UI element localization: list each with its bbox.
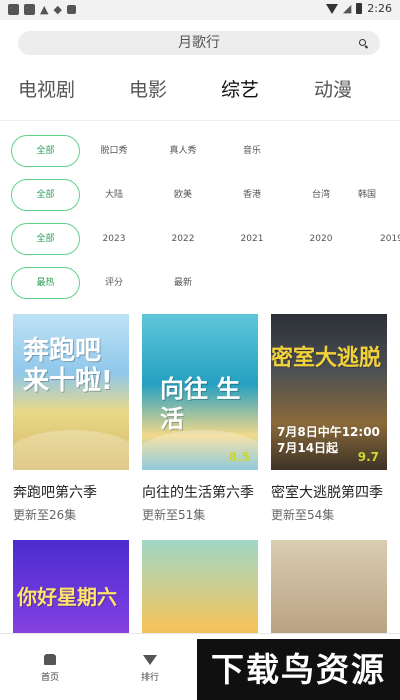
poster-art-text: 密室大逃脱 (271, 346, 382, 371)
status-bar-right: ◢ 2:26 (325, 2, 392, 15)
app-icon: ◆ (53, 3, 62, 16)
search-bar[interactable]: 月歌行 (18, 31, 380, 55)
poster-rating: 8.5 (228, 450, 250, 464)
image-icon (66, 5, 76, 14)
filter-row-year: 全部 2023 2022 2021 2020 2019 (0, 223, 400, 257)
filter-type-all-chip[interactable]: 全部 (11, 135, 80, 167)
nav-label-home: 首页 (40, 673, 59, 683)
filter-region-all-chip[interactable]: 全部 (11, 179, 80, 211)
filter-sort-option[interactable]: 评分 (84, 267, 144, 299)
nav-item-rank[interactable]: 排行 (110, 634, 190, 683)
filter-sort-hot-chip[interactable]: 最热 (11, 267, 80, 299)
tab-variety[interactable]: 综艺 (221, 76, 259, 104)
poster-title[interactable]: 密室大逃脱第四季 (271, 482, 383, 502)
poster-episode-status: 更新至51集 (142, 508, 206, 522)
search-icon[interactable] (359, 39, 366, 46)
filter-region-option[interactable]: 韩国 (358, 179, 400, 211)
poster-image[interactable]: 向往 生活 8.5 (142, 314, 258, 470)
filter-row-sort: 最热 评分 最新 (0, 267, 400, 301)
filter-year-all-chip[interactable]: 全部 (11, 223, 80, 255)
filter-region-option[interactable]: 香港 (222, 179, 282, 211)
category-tabs: 电视剧 电影 综艺 动漫 (0, 76, 400, 104)
filter-year-option[interactable]: 2020 (291, 223, 351, 255)
poster-art-text: 向往 生活 (160, 375, 241, 433)
signal-icon: ◢ (342, 2, 352, 15)
filter-type-option[interactable]: 脱口秀 (84, 135, 144, 167)
poster-art-text: 你好星期六 (17, 585, 117, 609)
tab-movies[interactable]: 电影 (129, 76, 167, 104)
filter-year-option[interactable]: 2019 (380, 223, 400, 255)
nav-label-rank: 排行 (140, 673, 159, 683)
status-bar: ▲ ◆ ◢ 2:26 (0, 0, 400, 20)
filter-year-option[interactable]: 2021 (222, 223, 282, 255)
search-input[interactable]: 月歌行 (18, 31, 380, 55)
wifi-icon (325, 3, 338, 14)
poster-title[interactable]: 奔跑吧第六季 (13, 482, 97, 502)
status-bar-left: ▲ ◆ (8, 3, 76, 16)
filter-sort-option[interactable]: 最新 (153, 267, 213, 299)
filter-region-option[interactable]: 欧美 (153, 179, 213, 211)
battery-icon (356, 3, 363, 14)
poster-title[interactable]: 向往的生活第六季 (142, 482, 254, 502)
poster-image[interactable]: 密室大逃脱 7月8日中午12:00 7月14日起 9.7 (271, 314, 387, 470)
nav-item-home[interactable]: 首页 (10, 634, 90, 683)
divider (0, 120, 400, 121)
poster-rating: 9.7 (357, 450, 379, 464)
poster-image[interactable]: 奔跑吧 来十啦! (13, 314, 129, 470)
filter-type-option[interactable]: 音乐 (222, 135, 282, 167)
filter-region-option[interactable]: 大陆 (84, 179, 144, 211)
filter-row-region: 全部 大陆 欧美 香港 台湾 韩国 (0, 179, 400, 213)
notification-square-icon (24, 4, 35, 15)
notification-square-icon (8, 4, 19, 15)
filter-region-option[interactable]: 台湾 (291, 179, 351, 211)
filter-year-option[interactable]: 2022 (153, 223, 213, 255)
poster-episode-status: 更新至54集 (271, 508, 335, 522)
filter-type-option[interactable]: 真人秀 (153, 135, 213, 167)
warning-icon: ▲ (40, 3, 49, 16)
home-icon (44, 654, 56, 665)
filter-row-type: 全部 脱口秀 真人秀 音乐 (0, 135, 400, 169)
watermark: 下载鸟资源 (197, 639, 400, 700)
poster-art-text: 奔跑吧 来十啦! (23, 336, 113, 396)
tab-anime[interactable]: 动漫 (314, 76, 352, 104)
status-time: 2:26 (367, 2, 392, 15)
filter-year-option[interactable]: 2023 (84, 223, 144, 255)
poster-decoration (13, 430, 129, 470)
tab-tv-series[interactable]: 电视剧 (18, 76, 75, 104)
poster-episode-status: 更新至26集 (13, 508, 77, 522)
rank-icon (143, 655, 157, 665)
